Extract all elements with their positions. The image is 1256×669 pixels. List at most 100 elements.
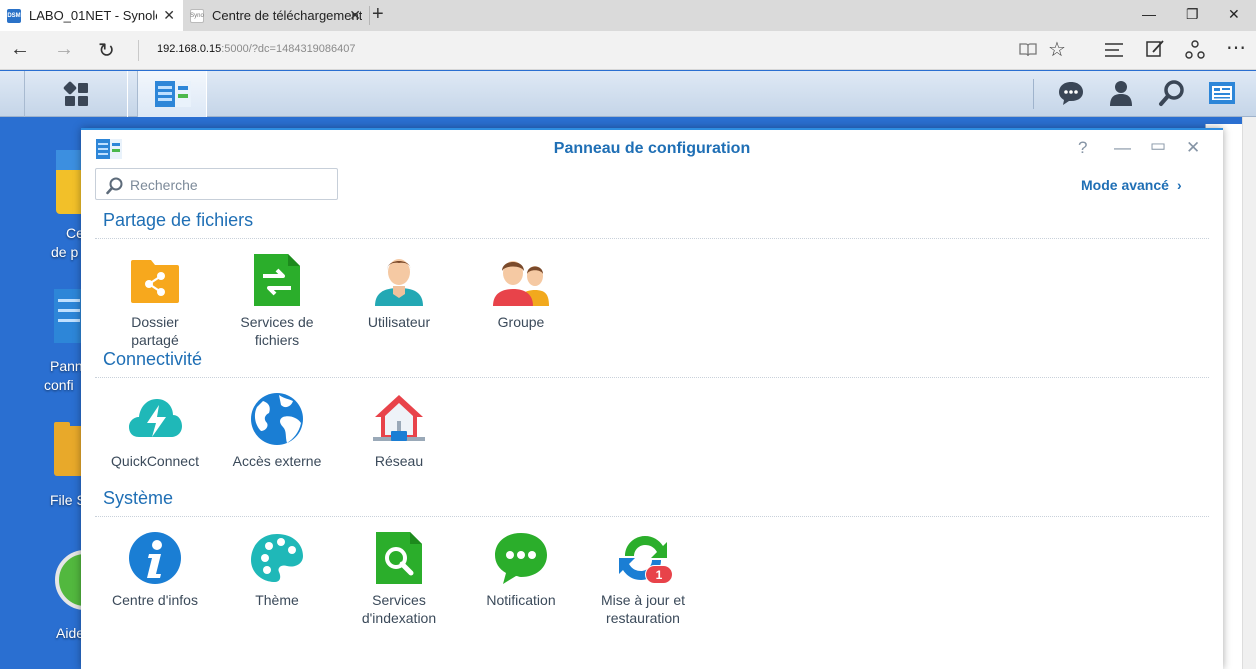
- help-icon[interactable]: ?: [1078, 138, 1087, 158]
- address-field[interactable]: 192.168.0.15:5000/?dc=1484319086407: [157, 43, 356, 55]
- indexing-services-item[interactable]: Services d'indexation: [338, 530, 460, 627]
- section-title: Connectivité: [103, 349, 203, 369]
- tab-title: LABO_01NET - Synolog: [29, 8, 157, 23]
- main-menu-button[interactable]: [24, 71, 128, 117]
- url-host: 192.168.0.15: [157, 43, 222, 55]
- network-item[interactable]: Réseau: [338, 391, 460, 470]
- browser-nav-bar: ← → ↻ 192.168.0.15:5000/?dc=148431908640…: [0, 31, 1256, 70]
- quickconnect-icon: [129, 399, 182, 437]
- user-item[interactable]: Utilisateur: [338, 252, 460, 331]
- item-label: partagé: [131, 332, 179, 348]
- desktop-label: de p: [51, 244, 79, 260]
- widgets-icon[interactable]: [1207, 79, 1237, 107]
- section-title: Système: [103, 488, 174, 508]
- maximize-icon[interactable]: ▭: [1150, 136, 1166, 156]
- chat-icon[interactable]: [1057, 79, 1085, 107]
- tab-divider: [369, 6, 370, 25]
- section-divider: [95, 238, 1209, 239]
- item-label: d'indexation: [361, 610, 437, 626]
- desktop-label: Aide: [56, 625, 85, 641]
- shared-folder-item[interactable]: Dossier partagé: [94, 252, 216, 349]
- main-menu-icon: [63, 81, 88, 106]
- divider: [1033, 79, 1034, 109]
- search-icon[interactable]: [1158, 79, 1186, 107]
- dsm-favicon-icon: DSM: [7, 8, 21, 23]
- group-icon: [493, 261, 549, 306]
- external-access-item[interactable]: Accès externe: [216, 391, 338, 470]
- tab-title: Centre de téléchargements: [212, 8, 362, 23]
- network-icon: [373, 395, 425, 441]
- item-label: QuickConnect: [111, 453, 199, 469]
- divider: [138, 40, 139, 61]
- close-icon[interactable]: ✕: [163, 7, 175, 24]
- taskbar-control-panel[interactable]: [137, 71, 207, 117]
- file-station-icon[interactable]: [52, 420, 84, 478]
- minimize-icon[interactable]: —: [1114, 138, 1131, 158]
- minimize-icon[interactable]: —: [1142, 6, 1156, 22]
- control-panel-window: Panneau de configuration ? — ▭ ✕ Mode av…: [81, 128, 1223, 669]
- update-count-badge: 1: [645, 565, 673, 584]
- section-divider: [95, 516, 1209, 517]
- restore-icon[interactable]: ❐: [1186, 6, 1199, 23]
- syno-favicon-icon: Syno: [190, 8, 204, 23]
- item-label: Centre d'infos: [112, 592, 198, 608]
- user-icon: [375, 259, 423, 306]
- search-input[interactable]: [130, 175, 330, 195]
- item-label: restauration: [606, 610, 680, 626]
- item-label: Services: [372, 592, 426, 608]
- control-panel-desktop-icon[interactable]: [52, 287, 84, 345]
- browser-tab-strip: DSM LABO_01NET - Synolog ✕ Syno Centre d…: [0, 0, 1256, 31]
- globe-icon: [251, 393, 303, 445]
- item-label: Thème: [255, 592, 299, 608]
- user-icon[interactable]: [1107, 79, 1135, 107]
- window-accent-bar: [81, 128, 1223, 130]
- item-label: Dossier: [131, 314, 179, 330]
- search-box: [95, 168, 338, 200]
- update-restore-item[interactable]: 1 Mise à jour et restauration: [582, 530, 704, 627]
- window-title: Panneau de configuration: [553, 140, 751, 157]
- indexing-icon: [376, 532, 422, 584]
- group-item[interactable]: Groupe: [460, 252, 582, 331]
- item-label: Notification: [486, 592, 556, 608]
- close-icon[interactable]: ✕: [1186, 138, 1200, 158]
- page-scrollbar[interactable]: [1242, 117, 1256, 669]
- theme-item[interactable]: Thème: [216, 530, 338, 609]
- notification-item[interactable]: Notification: [460, 530, 582, 609]
- close-icon[interactable]: ✕: [349, 7, 361, 24]
- dsm-taskbar: [0, 71, 1256, 117]
- item-label: Groupe: [497, 314, 545, 330]
- back-arrow-icon[interactable]: ←: [10, 38, 30, 61]
- item-label: fichiers: [254, 332, 300, 348]
- web-note-icon[interactable]: [1145, 39, 1165, 59]
- advanced-mode-label: Mode avancé: [1081, 177, 1169, 193]
- reading-view-icon[interactable]: [1019, 42, 1037, 58]
- browser-tab-downloads[interactable]: Syno Centre de téléchargements ✕: [183, 0, 369, 31]
- favorite-star-icon[interactable]: ☆: [1048, 37, 1066, 62]
- palette-icon: [251, 534, 303, 582]
- browser-tab-dsm[interactable]: DSM LABO_01NET - Synolog ✕: [0, 0, 183, 31]
- new-tab-icon[interactable]: +: [372, 3, 384, 26]
- advanced-mode-link[interactable]: Mode avancé ›: [1081, 177, 1182, 193]
- info-center-item[interactable]: Centre d'infos: [94, 530, 216, 609]
- quickconnect-item[interactable]: QuickConnect: [94, 391, 216, 470]
- item-label: Mise à jour et: [600, 592, 686, 608]
- more-icon[interactable]: ⋯: [1226, 35, 1246, 60]
- section-divider: [95, 377, 1209, 378]
- window-close-icon[interactable]: ✕: [1228, 6, 1240, 23]
- section-title: Partage de fichiers: [103, 210, 254, 230]
- share-icon[interactable]: [1185, 40, 1205, 60]
- refresh-icon[interactable]: ↻: [98, 38, 115, 63]
- item-label: Utilisateur: [367, 314, 431, 330]
- search-icon: [106, 177, 123, 195]
- forward-arrow-icon[interactable]: →: [54, 38, 74, 61]
- file-services-item[interactable]: Services de fichiers: [216, 252, 338, 349]
- chevron-right-icon: ›: [1176, 177, 1182, 193]
- item-label: Services de: [240, 314, 314, 330]
- url-path: :5000/?dc=1484319086407: [221, 43, 356, 55]
- hub-icon[interactable]: [1104, 43, 1124, 57]
- control-panel-icon: [155, 81, 191, 107]
- desktop-label: Pann: [50, 358, 83, 374]
- package-center-icon[interactable]: [52, 148, 84, 216]
- notification-icon: [495, 533, 547, 584]
- info-icon: [129, 532, 181, 584]
